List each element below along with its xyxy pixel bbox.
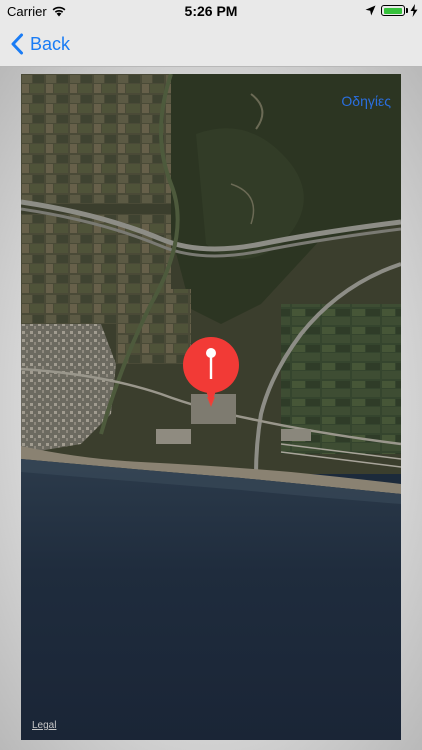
back-label: Back xyxy=(30,33,71,54)
charging-bolt-icon xyxy=(410,4,418,17)
chevron-left-icon xyxy=(11,33,23,55)
location-arrow-icon xyxy=(365,5,376,16)
battery-cap xyxy=(406,8,408,13)
navigation-bar: Back xyxy=(0,22,422,67)
back-button[interactable]: Back xyxy=(10,30,70,58)
satellite-map[interactable]: Οδηγίες Legal xyxy=(21,74,401,740)
battery-icon xyxy=(381,5,405,16)
location-pin-icon[interactable] xyxy=(182,336,240,411)
status-bar: Carrier 5:26 PM xyxy=(0,0,422,22)
clock: 5:26 PM xyxy=(184,3,238,19)
content-area: Οδηγίες Legal xyxy=(0,67,422,750)
battery-level xyxy=(383,7,402,14)
directions-button[interactable]: Οδηγίες xyxy=(341,93,391,109)
legal-link[interactable]: Legal xyxy=(32,720,56,731)
